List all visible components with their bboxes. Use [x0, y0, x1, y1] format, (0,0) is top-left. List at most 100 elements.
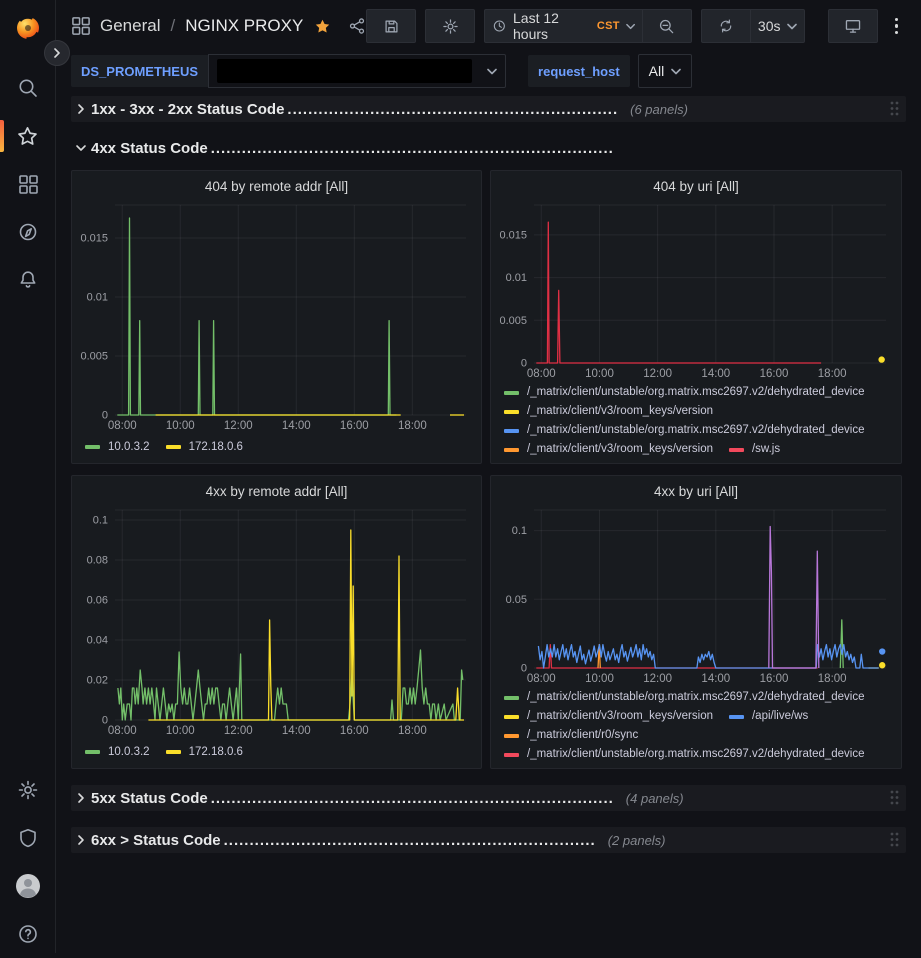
timeseries-chart[interactable]: 00.020.040.060.080.108:0010:0012:0014:00… [77, 504, 476, 738]
apps-icon [71, 16, 91, 36]
x-axis-label: 12:00 [224, 420, 253, 432]
sidebar-item-configuration[interactable] [0, 766, 55, 814]
chart-svg: 00.050.108:0010:0012:0014:0016:0018:00 [496, 504, 896, 686]
refresh-interval-label: 30s [758, 18, 781, 34]
legend-swatch [504, 734, 519, 738]
sidebar-item-dashboards[interactable] [0, 160, 55, 208]
legend-swatch [504, 715, 519, 719]
legend-item[interactable]: /sw.js [729, 440, 780, 459]
y-axis-label: 0.015 [80, 233, 108, 245]
compass-icon [17, 221, 39, 243]
x-axis-label: 10:00 [585, 673, 614, 685]
timeseries-chart[interactable]: 00.0050.010.01508:0010:0012:0014:0016:00… [77, 199, 476, 433]
x-axis-label: 10:00 [166, 725, 195, 737]
sidebar-item-starred[interactable] [0, 112, 55, 160]
row-drag-handle[interactable] [889, 789, 900, 806]
chevron-down-icon [487, 68, 497, 75]
refresh-interval-dropdown[interactable]: 30s [750, 9, 805, 43]
legend-item[interactable]: 172.18.0.6 [166, 435, 243, 459]
legend-item[interactable]: 10.0.3.2 [85, 435, 150, 459]
panel-title[interactable]: 4xx by uri [All] [496, 480, 896, 504]
legend-item[interactable]: /_matrix/client/v3/room_keys/version [504, 707, 713, 726]
drag-handle-icon [889, 831, 900, 848]
row-header-1xx[interactable]: 1xx - 3xx - 2xx Status Code ............… [71, 96, 906, 122]
y-axis-label: 0.005 [80, 351, 108, 363]
legend-item[interactable]: /_matrix/client/unstable/org.matrix.msc2… [504, 383, 865, 402]
legend-swatch [504, 410, 519, 414]
row-header-5xx[interactable]: 5xx Status Code ........................… [71, 785, 906, 811]
dashboard-settings-button[interactable] [425, 9, 475, 43]
row-title: 6xx > Status Code [91, 832, 221, 849]
x-axis-label: 16:00 [340, 420, 369, 432]
refresh-button[interactable] [701, 9, 750, 43]
shield-icon [17, 827, 39, 849]
breadcrumb-folder[interactable]: General [100, 16, 160, 36]
chart-legend: 10.0.3.2 172.18.0.6 [77, 738, 476, 764]
legend-item[interactable]: 172.18.0.6 [166, 740, 243, 764]
x-axis-label: 12:00 [643, 368, 672, 380]
row-drag-handle[interactable] [889, 831, 900, 848]
legend-label: /_matrix/client/unstable/org.matrix.msc2… [527, 745, 865, 764]
legend-swatch [85, 750, 100, 754]
sidebar-item-help[interactable] [0, 910, 55, 958]
legend-item[interactable]: 10.0.3.2 [85, 740, 150, 764]
sidebar-item-search[interactable] [0, 64, 55, 112]
panel-title[interactable]: 404 by remote addr [All] [77, 175, 476, 199]
x-axis-label: 18:00 [818, 673, 847, 685]
legend-item[interactable]: /_matrix/client/v3/room_keys/version [504, 402, 713, 421]
favorite-star-icon[interactable] [314, 18, 331, 35]
variable-value-request-host[interactable]: All [638, 54, 693, 88]
drag-handle-icon [889, 789, 900, 806]
y-axis-label: 0.1 [93, 515, 108, 527]
grafana-logo-icon [14, 14, 42, 42]
chevron-right-icon [77, 792, 85, 804]
bell-icon [17, 269, 39, 291]
legend-swatch [729, 715, 744, 719]
variable-value-ds-prometheus[interactable] [208, 54, 506, 88]
x-axis-label: 14:00 [701, 368, 730, 380]
timeseries-chart[interactable]: 00.0050.010.01508:0010:0012:0014:0016:00… [496, 199, 896, 381]
refresh-icon [718, 18, 734, 34]
save-dashboard-button[interactable] [366, 9, 416, 43]
panel-404-by-remote-addr: 404 by remote addr [All] 00.0050.010.015… [71, 170, 482, 464]
legend-label: 10.0.3.2 [108, 743, 150, 762]
row-header-4xx[interactable]: 4xx Status Code ........................… [71, 135, 906, 161]
x-axis-label: 10:00 [166, 420, 195, 432]
panel-grid: 404 by remote addr [All] 00.0050.010.015… [71, 170, 906, 769]
cycle-view-mode-button[interactable] [828, 9, 878, 43]
y-axis-label: 0.1 [512, 525, 527, 537]
sidebar-item-alerting[interactable] [0, 256, 55, 304]
sidebar-item-explore[interactable] [0, 208, 55, 256]
row-header-6xx[interactable]: 6xx > Status Code ......................… [71, 827, 906, 853]
legend-label: /_matrix/client/v3/room_keys/version [527, 402, 713, 421]
legend-item[interactable]: /_matrix/client/unstable/org.matrix.msc2… [504, 688, 865, 707]
x-axis-label: 18:00 [818, 368, 847, 380]
share-icon[interactable] [348, 17, 366, 35]
legend-item[interactable]: /api/live/ws [729, 707, 808, 726]
chevron-down-icon [671, 68, 681, 75]
panel-title[interactable]: 404 by uri [All] [496, 175, 896, 199]
main-area: General / NGINX PROXY [56, 0, 921, 953]
legend-label: /_matrix/client/unstable/org.matrix.msc2… [527, 383, 865, 402]
chart-svg: 00.020.040.060.080.108:0010:0012:0014:00… [77, 504, 476, 738]
legend-item[interactable]: /_matrix/client/v3/room_keys/version [504, 440, 713, 459]
timeseries-chart[interactable]: 00.050.108:0010:0012:0014:0016:0018:00 [496, 504, 896, 686]
zoom-out-time-button[interactable] [642, 9, 692, 43]
row-drag-handle[interactable] [889, 100, 900, 117]
series-end-dot [879, 662, 885, 668]
y-axis-label: 0.01 [506, 272, 527, 284]
legend-item[interactable]: /_matrix/client/unstable/org.matrix.msc2… [504, 745, 865, 764]
panel-title[interactable]: 4xx by remote addr [All] [77, 480, 476, 504]
sidebar-item-server-admin[interactable] [0, 814, 55, 862]
breadcrumb-separator: / [170, 16, 175, 36]
series-line [118, 650, 463, 720]
breadcrumb-dashboard-title[interactable]: NGINX PROXY [185, 16, 303, 36]
legend-item[interactable]: /_matrix/client/unstable/org.matrix.msc2… [504, 421, 865, 440]
time-range-picker[interactable]: Last 12 hours CST [484, 9, 642, 43]
more-options-menu[interactable] [887, 18, 907, 35]
sidebar-expand-button[interactable] [44, 40, 70, 66]
sidebar-item-profile[interactable] [0, 862, 55, 910]
legend-item[interactable]: /_matrix/client/r0/sync [504, 726, 638, 745]
dashboard-header: General / NGINX PROXY [56, 0, 921, 52]
legend-label: 172.18.0.6 [189, 438, 243, 457]
